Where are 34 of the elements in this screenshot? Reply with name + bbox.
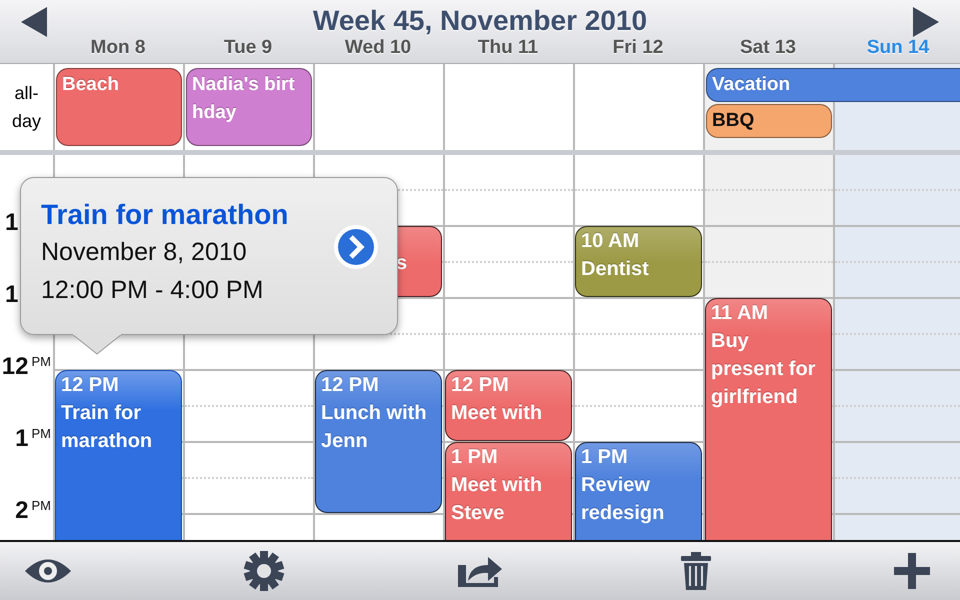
hour-label: 1$^{PM}$: [15, 427, 51, 451]
calendar-event[interactable]: 12 PM Train for marathon: [55, 370, 182, 540]
next-week-arrow[interactable]: [912, 6, 940, 38]
all-day-event[interactable]: Beach: [56, 68, 182, 146]
day-label: Sat 13: [739, 37, 797, 59]
all-day-label: all-day: [10, 82, 42, 133]
calendar-event[interactable]: 1 PM Review redesign: [575, 442, 702, 540]
day-label: Thu 11: [476, 37, 540, 59]
hour-label: 12$^{PM}$: [2, 355, 51, 379]
settings-icon: [243, 550, 285, 592]
day-label: Sun 14: [866, 37, 930, 59]
all-day-event[interactable]: BBQ: [706, 104, 832, 138]
day-label: Fri 12: [612, 37, 664, 59]
add-icon: [893, 552, 931, 590]
week-title: Week 45, November 2010: [312, 4, 648, 37]
hour-label: 2$^{PM}$: [15, 499, 51, 523]
calendar-event[interactable]: 10 AM Dentist: [575, 226, 702, 297]
calendar-event[interactable]: 11 AM Buy present for girlfriend: [705, 298, 832, 540]
calendar-event[interactable]: 12 PM Meet with: [445, 370, 572, 441]
day-label: Wed 10: [344, 37, 412, 59]
popover-date: November 8, 2010: [41, 237, 247, 268]
calendar-event[interactable]: 12 PM Lunch with Jenn: [315, 370, 442, 513]
day-label: Tue 9: [222, 37, 274, 59]
day-label: Mon 8: [90, 37, 146, 59]
calendar-event[interactable]: 1 PM Meet with Steve: [445, 442, 572, 540]
previous-week-arrow[interactable]: [20, 6, 48, 38]
trash-icon: [680, 551, 712, 591]
all-day-event[interactable]: Vacation: [706, 68, 960, 102]
hour-label: 1: [5, 211, 18, 235]
details-button[interactable]: [333, 224, 379, 270]
popover-time: 12:00 PM - 4:00 PM: [41, 275, 264, 306]
hour-label: 1: [5, 283, 18, 307]
popover-title: Train for marathon: [41, 198, 288, 232]
all-day-event[interactable]: Nadia's birthday: [186, 68, 312, 146]
